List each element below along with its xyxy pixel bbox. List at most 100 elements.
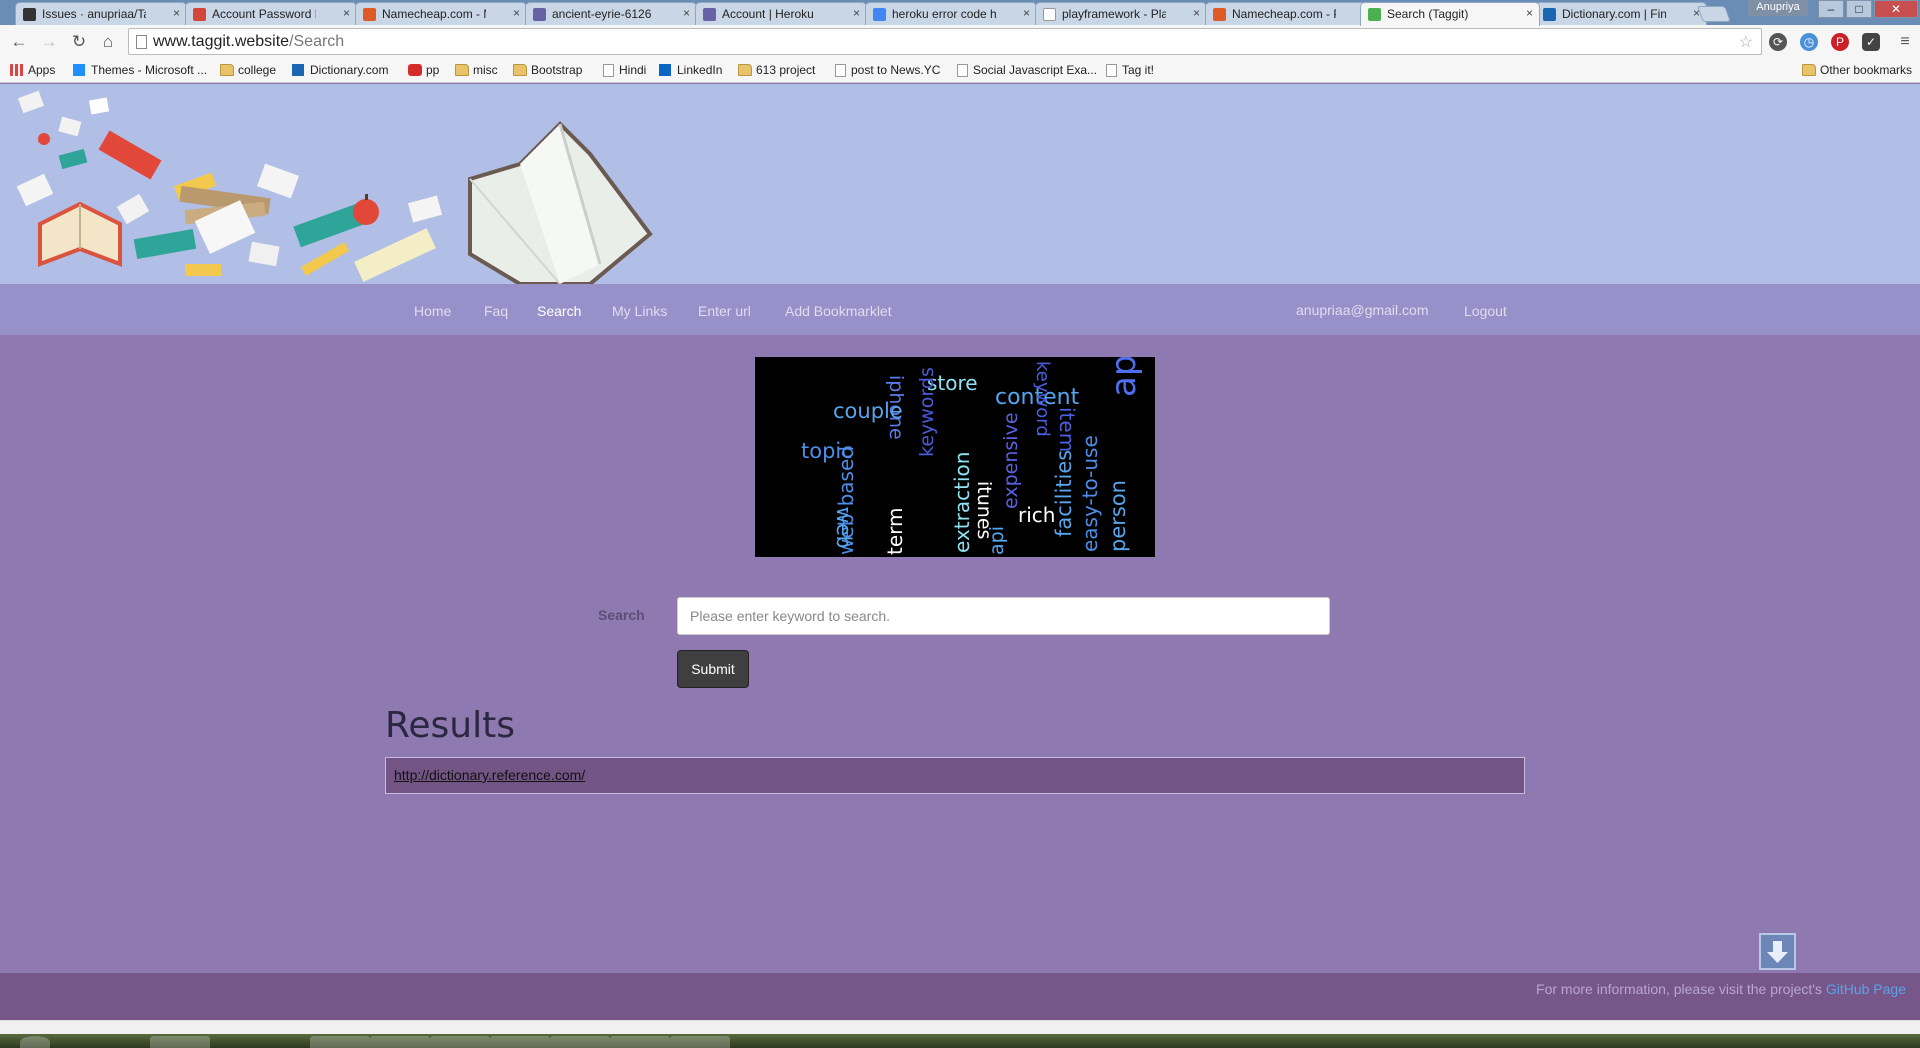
bookmark-star-icon[interactable]: ☆ — [1739, 32, 1753, 52]
taskbar-item[interactable] — [430, 1036, 490, 1048]
profile-badge[interactable]: Anupriya — [1748, 0, 1808, 16]
result-link[interactable]: http://dictionary.reference.com/ — [394, 767, 585, 783]
linkedin-icon — [659, 64, 671, 76]
bookmarks-bar: Apps Themes - Microsoft ... college Diction… — [0, 59, 1920, 83]
taskbar-item[interactable] — [610, 1036, 670, 1048]
word-cloud-word: easy-to-use — [1078, 435, 1102, 552]
extension-timer-icon[interactable]: ◷ — [1800, 33, 1818, 51]
forward-icon[interactable]: → — [38, 31, 60, 53]
bookmark-item[interactable]: Tag it! — [1104, 63, 1154, 77]
back-icon[interactable]: ← — [8, 31, 30, 53]
tab-title: Account | Heroku — [722, 7, 814, 21]
tab-close-icon[interactable]: × — [1526, 6, 1533, 20]
page-icon — [1106, 64, 1117, 77]
page-icon — [957, 64, 968, 77]
bookmark-item[interactable]: Bootstrap — [513, 63, 582, 77]
word-cloud-word: keywords — [916, 367, 938, 457]
pinterest-icon[interactable]: P — [1831, 33, 1849, 51]
footer-text: For more information, please visit the p… — [1536, 981, 1906, 997]
bookmark-item[interactable]: Hindi — [601, 63, 646, 77]
taskbar-item[interactable] — [550, 1036, 610, 1048]
submit-button[interactable]: Submit — [677, 650, 749, 688]
home-icon[interactable]: ⌂ — [97, 31, 119, 53]
tab-close-icon[interactable]: × — [853, 6, 860, 20]
new-tab-button[interactable] — [1697, 6, 1731, 22]
tab[interactable]: Namecheap.com - Pa× — [1205, 2, 1377, 25]
url-path: /Search — [289, 33, 345, 50]
tab-close-icon[interactable]: × — [513, 6, 520, 20]
bookmark-label: Dictionary.com — [310, 63, 389, 77]
bookmark-item[interactable]: misc — [455, 63, 498, 77]
github-page-link[interactable]: GitHub Page — [1826, 981, 1906, 997]
bookmark-item[interactable]: Dictionary.com — [292, 63, 388, 77]
taskbar-item[interactable] — [490, 1036, 550, 1048]
tab[interactable]: heroku error code h1 × — [865, 2, 1037, 25]
tab-close-icon[interactable]: × — [683, 6, 690, 20]
nav-add-bookmarklet[interactable]: Add Bookmarklet — [785, 303, 892, 319]
bookmark-item[interactable]: Social Javascript Exa... — [955, 63, 1097, 77]
word-cloud-word: extraction — [950, 452, 974, 553]
page-icon — [835, 64, 846, 77]
site-navbar: Home Faq Search My Links Enter url Add B… — [0, 284, 1920, 335]
tab[interactable]: ancient-eyrie-6126 · S × — [525, 2, 697, 25]
minimize-icon[interactable]: – — [1818, 0, 1844, 18]
taskbar-item[interactable] — [310, 1036, 370, 1048]
window-close-icon[interactable]: ✕ — [1874, 0, 1918, 18]
horizontal-scrollbar[interactable] — [0, 1020, 1920, 1034]
tab[interactable]: Account | Heroku × — [695, 2, 867, 25]
tab-close-icon[interactable]: × — [1193, 6, 1200, 20]
nav-my-links[interactable]: My Links — [612, 303, 667, 319]
nav-user-email[interactable]: anupriaa@gmail.com — [1296, 302, 1429, 318]
search-input[interactable] — [677, 597, 1330, 635]
bookmark-label: LinkedIn — [677, 63, 723, 77]
tab-close-icon[interactable]: × — [1023, 6, 1030, 20]
menu-icon[interactable]: ≡ — [1894, 31, 1916, 53]
site-footer: For more information, please visit the p… — [0, 973, 1920, 1024]
folder-icon — [220, 64, 234, 76]
taskbar-item[interactable] — [150, 1036, 210, 1048]
tab[interactable]: Dictionary.com | Find × — [1535, 2, 1707, 25]
word-cloud-word: rich — [1018, 503, 1055, 527]
pocket-icon[interactable]: ✓ — [1862, 33, 1880, 51]
nav-enter-url[interactable]: Enter url — [698, 303, 751, 319]
bookmark-item[interactable]: pp — [408, 63, 439, 77]
word-cloud-word: web — [832, 507, 856, 548]
folder-icon — [1802, 64, 1816, 76]
nav-faq[interactable]: Faq — [484, 303, 508, 319]
nav-home[interactable]: Home — [414, 303, 451, 319]
bookmark-item[interactable]: Themes - Microsoft ... — [73, 63, 207, 77]
download-icon[interactable] — [1759, 933, 1796, 970]
windows-icon — [73, 64, 85, 76]
browser-toolbar: ← → ↻ ⌂ www.taggit.website/Search ☆ ⟳ ◷ … — [0, 25, 1920, 59]
tab[interactable]: Namecheap.com - M × — [355, 2, 527, 25]
extension-sync-icon[interactable]: ⟳ — [1769, 33, 1787, 51]
books-illustration — [16, 90, 653, 286]
tab[interactable]: playframework - Play × — [1035, 2, 1207, 25]
start-button[interactable] — [20, 1036, 50, 1048]
tab-close-icon[interactable]: × — [173, 6, 180, 20]
word-cloud-word: person — [1106, 480, 1130, 552]
nav-logout[interactable]: Logout — [1464, 303, 1507, 319]
reload-icon[interactable]: ↻ — [68, 31, 90, 53]
tab[interactable]: Issues · anupriaa/Tagg × — [15, 2, 187, 25]
tab-close-icon[interactable]: × — [343, 6, 350, 20]
bookmark-item[interactable]: post to News.YC — [833, 63, 940, 77]
nav-search[interactable]: Search — [537, 303, 581, 319]
address-bar[interactable]: www.taggit.website/Search ☆ — [128, 28, 1762, 55]
youtube-icon — [408, 64, 422, 76]
bookmark-item[interactable]: LinkedIn — [659, 63, 722, 77]
other-bookmarks[interactable]: Other bookmarks — [1802, 63, 1912, 77]
tab[interactable]: Account Password Re × — [185, 2, 357, 25]
page-content: Home Faq Search My Links Enter url Add B… — [0, 84, 1920, 1034]
taskbar-item[interactable] — [670, 1036, 730, 1048]
bookmark-item[interactable]: 613 project — [738, 63, 815, 77]
maximize-icon[interactable]: □ — [1846, 0, 1872, 18]
tab-active[interactable]: Search (Taggit) × — [1360, 2, 1540, 26]
os-taskbar — [0, 1034, 1920, 1048]
page-icon — [1043, 8, 1056, 21]
bookmark-item[interactable]: college — [220, 63, 276, 77]
taskbar-item[interactable] — [370, 1036, 430, 1048]
result-row: http://dictionary.reference.com/ — [385, 757, 1525, 794]
bookmark-item[interactable]: Apps — [10, 63, 55, 77]
word-cloud-word: item — [1055, 407, 1079, 452]
